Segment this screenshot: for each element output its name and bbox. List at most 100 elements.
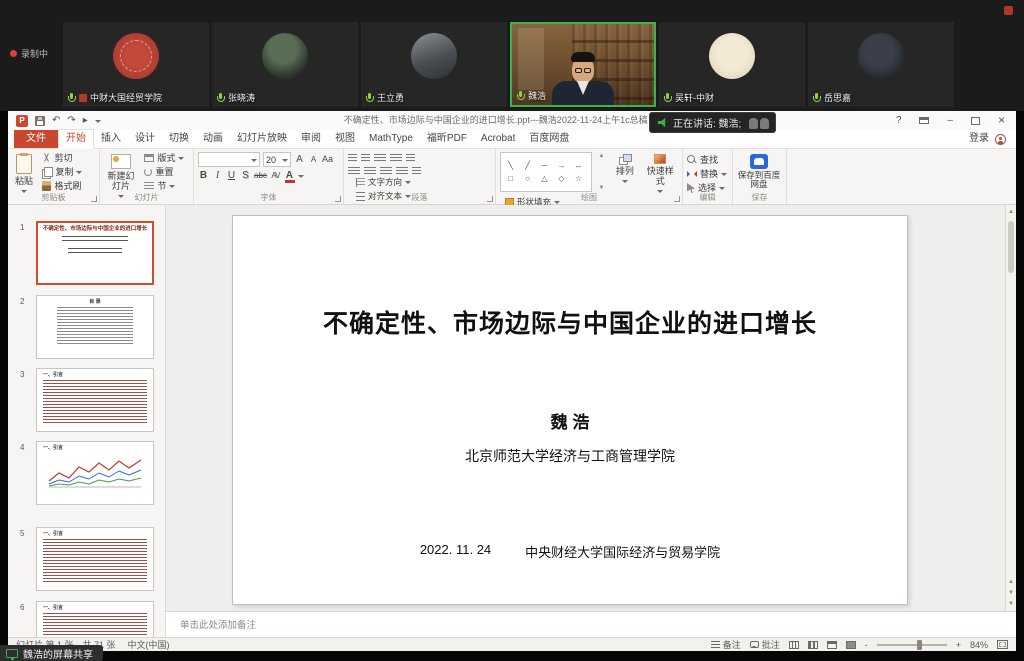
next-slide-icon[interactable]: ▼ xyxy=(1006,588,1016,598)
meeting-menu-icon[interactable] xyxy=(1004,6,1013,15)
zoom-slider-thumb[interactable] xyxy=(917,640,922,650)
underline-button[interactable] xyxy=(226,170,237,182)
zoom-slider[interactable] xyxy=(877,644,947,646)
participant-tile[interactable]: 中财大国经贸学院 xyxy=(63,22,209,107)
replace-button[interactable]: 替换 xyxy=(687,168,727,180)
shape-gallery-scroll[interactable]: ▲ ▼ xyxy=(596,152,606,192)
paste-button[interactable]: 粘贴 xyxy=(12,152,36,196)
cut-button[interactable]: 剪切 xyxy=(42,152,82,164)
slide-thumbnail-1[interactable]: 不确定性、市场边际与中国企业的进口增长 xyxy=(36,221,154,285)
participant-tile[interactable]: 岳思嘉 xyxy=(808,22,954,107)
dialog-launcher-icon[interactable] xyxy=(487,196,493,202)
notes-toggle-button[interactable]: 备注 xyxy=(711,638,741,651)
ribbon-display-button[interactable] xyxy=(919,117,929,124)
slide-sorter-view-button[interactable] xyxy=(808,641,818,649)
normal-view-button[interactable] xyxy=(789,641,799,649)
scrollbar-thumb[interactable] xyxy=(1008,221,1014,273)
undo-icon[interactable] xyxy=(52,115,60,126)
columns-button[interactable] xyxy=(412,167,421,176)
participant-tile[interactable]: 吴轩-中财 xyxy=(659,22,805,107)
font-color-button[interactable] xyxy=(284,170,295,182)
vertical-scrollbar[interactable]: ▲ ▲ ▼ ▼ xyxy=(1005,205,1016,611)
save-to-baidu-button[interactable]: 保存到百度网盘 xyxy=(737,152,781,189)
tab-slideshow[interactable]: 幻灯片放映 xyxy=(230,130,294,148)
start-slideshow-icon[interactable] xyxy=(83,115,88,126)
tab-file[interactable]: 文件 xyxy=(14,130,58,148)
tab-mathtype[interactable]: MathType xyxy=(362,130,420,148)
line-spacing-button[interactable] xyxy=(406,154,415,163)
help-button[interactable] xyxy=(887,111,911,130)
numbering-button[interactable] xyxy=(361,154,370,163)
copy-button[interactable]: 复制 xyxy=(42,166,82,178)
notes-pane[interactable]: 单击此处添加备注 xyxy=(166,611,1016,637)
layout-button[interactable]: 版式 xyxy=(144,152,184,164)
dialog-launcher-icon[interactable] xyxy=(674,196,680,202)
tab-view[interactable]: 视图 xyxy=(328,130,362,148)
reading-view-button[interactable] xyxy=(827,641,837,649)
slide-author[interactable]: 魏 浩 xyxy=(233,408,907,433)
text-direction-button[interactable]: 文字方向 xyxy=(356,176,436,188)
slide-footer[interactable]: 2022. 11. 24 中央财经大学国际经济与贸易学院 xyxy=(233,542,907,561)
slide-canvas[interactable]: 不确定性、市场边际与中国企业的进口增长 魏 浩 北京师范大学经济与工商管理学院 … xyxy=(232,215,908,605)
close-button[interactable] xyxy=(989,111,1014,131)
tab-acrobat[interactable]: Acrobat xyxy=(474,130,522,148)
slideshow-view-button[interactable] xyxy=(846,641,856,649)
dialog-launcher-icon[interactable] xyxy=(91,196,97,202)
redo-icon[interactable] xyxy=(67,115,75,126)
shape-gallery[interactable] xyxy=(500,152,592,192)
text-shadow-button[interactable] xyxy=(240,170,251,182)
user-avatar-icon[interactable] xyxy=(995,134,1006,145)
tab-design[interactable]: 设计 xyxy=(128,130,162,148)
previous-slide-icon[interactable]: ▲ xyxy=(1006,577,1016,587)
participant-tile[interactable]: 张晓涛 xyxy=(212,22,358,107)
tab-insert[interactable]: 插入 xyxy=(94,130,128,148)
justify-button[interactable] xyxy=(396,167,408,176)
character-spacing-button[interactable] xyxy=(270,170,281,182)
font-size-select[interactable]: 20 xyxy=(263,152,291,167)
zoom-level[interactable]: 84% xyxy=(970,640,988,650)
scroll-up-icon[interactable]: ▲ xyxy=(1006,207,1016,217)
font-name-select[interactable] xyxy=(198,152,260,167)
find-button[interactable]: 查找 xyxy=(687,154,727,166)
quick-styles-button[interactable]: 快速样式 xyxy=(643,152,677,196)
align-right-button[interactable] xyxy=(380,167,392,176)
scroll-down-icon[interactable]: ▼ xyxy=(1006,599,1016,609)
slide-thumbnail-2[interactable]: 目 录 xyxy=(36,295,154,359)
change-case-button[interactable] xyxy=(322,153,333,166)
dialog-launcher-icon[interactable] xyxy=(335,196,341,202)
zoom-out-button[interactable] xyxy=(865,640,868,650)
shrink-font-button[interactable] xyxy=(308,154,319,166)
strikethrough-button[interactable] xyxy=(254,170,267,182)
slide-title[interactable]: 不确定性、市场边际与中国企业的进口增长 xyxy=(233,304,907,340)
comments-toggle-button[interactable]: 批注 xyxy=(750,638,780,651)
bullets-button[interactable] xyxy=(348,154,357,163)
powerpoint-icon[interactable] xyxy=(16,115,28,127)
restore-button[interactable] xyxy=(971,117,980,125)
save-icon[interactable] xyxy=(35,116,45,126)
bold-button[interactable] xyxy=(198,170,209,182)
decrease-indent-button[interactable] xyxy=(374,154,386,163)
slide-thumbnail-4[interactable]: 一、引言 xyxy=(36,441,154,505)
slide-thumbnail-6[interactable]: 一、引言 xyxy=(36,601,154,637)
minimize-button[interactable] xyxy=(938,111,962,130)
italic-button[interactable] xyxy=(212,170,223,182)
zoom-in-button[interactable] xyxy=(956,640,961,650)
fit-to-window-icon[interactable] xyxy=(997,640,1008,649)
section-button[interactable]: 节 xyxy=(144,180,184,192)
tab-review[interactable]: 审阅 xyxy=(294,130,328,148)
reset-button[interactable]: 重置 xyxy=(144,166,184,178)
login-link[interactable]: 登录 xyxy=(969,130,989,148)
tab-foxit-pdf[interactable]: 福昕PDF xyxy=(420,130,474,148)
format-painter-button[interactable]: 格式刷 xyxy=(42,180,82,192)
tab-transitions[interactable]: 切换 xyxy=(162,130,196,148)
align-center-button[interactable] xyxy=(364,167,376,176)
language-indicator[interactable]: 中文(中国) xyxy=(128,638,170,651)
tab-baidu-netdisk[interactable]: 百度网盘 xyxy=(522,130,576,148)
tab-animations[interactable]: 动画 xyxy=(196,130,230,148)
arrange-button[interactable]: 排列 xyxy=(611,152,639,186)
tab-home[interactable]: 开始 xyxy=(58,129,94,149)
customize-qat-icon[interactable] xyxy=(95,120,101,126)
slide-thumbnail-5[interactable]: 一、引言 xyxy=(36,527,154,591)
participant-tile-active-speaker[interactable]: 魏浩 xyxy=(510,22,656,107)
grow-font-button[interactable] xyxy=(294,154,305,166)
